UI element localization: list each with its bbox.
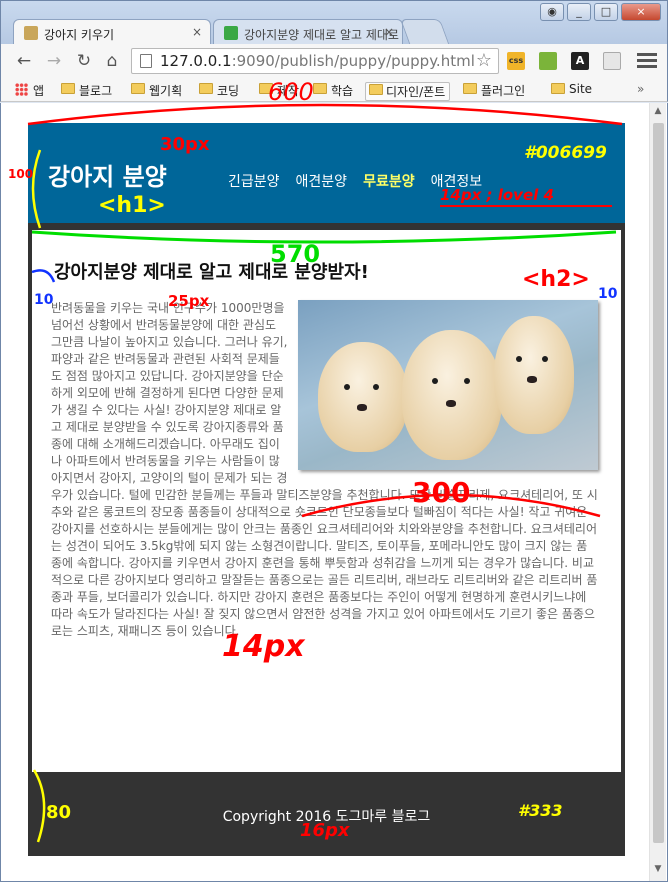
folder-icon bbox=[369, 84, 383, 95]
maximize-button[interactable]: □ bbox=[594, 3, 618, 21]
eye-shape bbox=[464, 378, 470, 384]
puppy-image bbox=[318, 342, 408, 452]
apps-grid-icon bbox=[15, 83, 28, 96]
home-icon[interactable]: ⌂ bbox=[101, 50, 123, 72]
url-host: 127.0.0.1 bbox=[160, 52, 232, 70]
browser-toolbar: ← → ↻ ⌂ 127.0.0.1:9090/publish/puppy/pup… bbox=[0, 44, 668, 78]
puppy-image bbox=[402, 330, 502, 460]
bookmark-apps[interactable]: 앱 bbox=[15, 82, 44, 99]
bookmarks-bar: 앱 블로그 웹기획 코딩 제작 학습 디자인/폰트 플러그인 Site » bbox=[0, 78, 668, 102]
scroll-up-arrow-icon[interactable]: ▲ bbox=[652, 106, 664, 120]
folder-icon bbox=[463, 83, 477, 94]
nav-item-active[interactable]: 무료분양 bbox=[363, 171, 415, 191]
nav-item[interactable]: 애견정보 bbox=[431, 171, 483, 191]
folder-icon bbox=[551, 83, 565, 94]
bookmark-folder[interactable]: 코딩 bbox=[199, 82, 239, 99]
puppies-photo bbox=[298, 300, 598, 470]
menu-icon[interactable] bbox=[637, 50, 657, 70]
forward-icon[interactable]: → bbox=[43, 50, 65, 72]
bookmark-folder[interactable]: 학습 bbox=[313, 82, 353, 99]
folder-icon bbox=[199, 83, 213, 94]
user-icon[interactable]: ◉ bbox=[540, 3, 564, 21]
tab-close-icon[interactable]: × bbox=[192, 25, 202, 39]
vertical-scrollbar[interactable]: ▲ ▼ bbox=[649, 103, 666, 881]
main-nav: 긴급분양 애견분양 무료분양 애견정보 bbox=[228, 171, 482, 191]
page-viewport: 강아지 분양 긴급분양 애견분양 무료분양 애견정보 강아지분양 제대로 알고 … bbox=[0, 103, 668, 882]
close-window-button[interactable]: × bbox=[621, 3, 661, 21]
bookmark-folder[interactable]: 플러그인 bbox=[463, 82, 525, 99]
bookmark-folder[interactable]: 블로그 bbox=[61, 82, 112, 99]
new-tab-button[interactable] bbox=[400, 19, 450, 46]
browser-title-bar: 강아지 키우기 × 강아지분양 제대로 알고 제대로 분양받자! × ◉ _ □… bbox=[0, 0, 668, 46]
notes-extension-icon[interactable] bbox=[603, 52, 621, 70]
nose-shape bbox=[446, 400, 456, 407]
tab-puppy[interactable]: 강아지 키우기 × bbox=[13, 19, 211, 46]
content-section: 강아지분양 제대로 알고 제대로 분양받자! 반려동물을 키우는 국내 인구수가… bbox=[32, 230, 621, 772]
reload-icon[interactable]: ↻ bbox=[73, 50, 95, 72]
nav-item[interactable]: 긴급분양 bbox=[228, 171, 280, 191]
bookmark-folder[interactable]: Site bbox=[551, 82, 592, 96]
minimize-button[interactable]: _ bbox=[567, 3, 591, 21]
folder-icon bbox=[313, 83, 327, 94]
tab-close-icon[interactable]: × bbox=[384, 25, 394, 39]
eye-shape bbox=[344, 384, 350, 390]
page-wrapper: 강아지 분양 긴급분양 애견분양 무료분양 애견정보 강아지분양 제대로 알고 … bbox=[28, 123, 625, 856]
eye-shape bbox=[432, 378, 438, 384]
eye-shape bbox=[516, 356, 522, 362]
site-footer: Copyright 2016 도그마루 블로그 bbox=[28, 776, 625, 856]
address-bar[interactable]: 127.0.0.1:9090/publish/puppy/puppy.html … bbox=[131, 48, 499, 74]
url-path: :9090/publish/puppy/puppy.html bbox=[231, 52, 475, 70]
eye-shape bbox=[373, 384, 379, 390]
tab-blog[interactable]: 강아지분양 제대로 알고 제대로 분양받자! × bbox=[213, 19, 403, 46]
folder-icon bbox=[131, 83, 145, 94]
tab-title: 강아지 키우기 bbox=[44, 28, 115, 42]
ladder-extension-icon[interactable] bbox=[539, 52, 557, 70]
scroll-down-arrow-icon[interactable]: ▼ bbox=[652, 864, 664, 878]
bookmarks-more-button[interactable]: » bbox=[637, 82, 644, 96]
folder-icon bbox=[61, 83, 75, 94]
nav-item[interactable]: 애견분양 bbox=[296, 171, 348, 191]
bookmark-star-icon[interactable]: ☆ bbox=[476, 50, 492, 71]
bookmark-folder[interactable]: 웹기획 bbox=[131, 82, 182, 99]
article-title: 강아지분양 제대로 알고 제대로 분양받자! bbox=[54, 262, 369, 283]
blog-favicon-icon bbox=[224, 26, 238, 40]
page-icon bbox=[140, 54, 152, 68]
site-header: 강아지 분양 긴급분양 애견분양 무료분양 애견정보 bbox=[28, 123, 625, 223]
bookmark-folder[interactable]: 디자인/폰트 bbox=[365, 82, 451, 101]
back-icon[interactable]: ← bbox=[13, 50, 35, 72]
puppy-favicon-icon bbox=[24, 26, 38, 40]
scrollbar-thumb[interactable] bbox=[653, 123, 664, 843]
eye-shape bbox=[542, 356, 548, 362]
bookmark-folder[interactable]: 제작 bbox=[259, 82, 299, 99]
article-body: 반려동물을 키우는 국내 인구수가 1000만명을 넘어선 상황에서 반려동물분… bbox=[51, 300, 598, 640]
nose-shape bbox=[357, 404, 367, 411]
css-extension-icon[interactable]: css bbox=[507, 52, 525, 70]
tab-title: 강아지분양 제대로 알고 제대로 분양받자! bbox=[244, 28, 402, 42]
window-controls: ◉ _ □ × bbox=[540, 3, 661, 21]
nose-shape bbox=[527, 376, 537, 383]
font-extension-icon[interactable]: A bbox=[571, 52, 589, 70]
folder-icon bbox=[259, 83, 273, 94]
site-title: 강아지 분양 bbox=[48, 163, 167, 191]
puppy-image bbox=[494, 316, 574, 434]
copyright-text: Copyright 2016 도그마루 블로그 bbox=[222, 809, 431, 825]
